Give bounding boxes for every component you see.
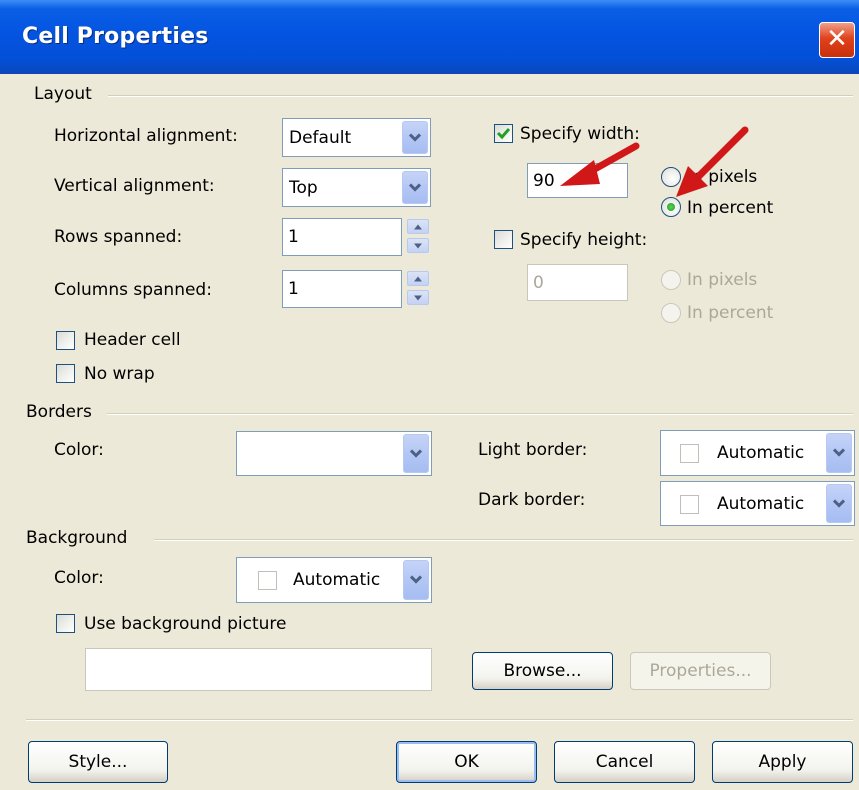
apply-button-label: Apply xyxy=(758,752,807,772)
apply-button[interactable]: Apply xyxy=(712,741,853,783)
specify-height-checkbox[interactable] xyxy=(494,230,513,249)
height-in-percent-radio[interactable] xyxy=(661,303,681,323)
close-button[interactable]: ✕ xyxy=(819,22,855,58)
background-color-label: Color: xyxy=(54,568,104,588)
spin-down-icon xyxy=(414,295,422,300)
chevron-down-icon xyxy=(410,449,422,458)
color-swatch xyxy=(258,571,277,590)
rows-spanned-input[interactable]: 1 xyxy=(282,218,402,256)
header-cell-checkbox[interactable] xyxy=(56,331,75,350)
chevron-down-icon xyxy=(410,575,422,584)
columns-spanned-value: 1 xyxy=(288,279,299,299)
width-in-percent-label[interactable]: In percent xyxy=(687,197,773,219)
spin-up-icon xyxy=(414,224,422,229)
height-in-pixels-radio[interactable] xyxy=(661,270,681,290)
chevron-down-icon xyxy=(833,448,845,457)
horizontal-alignment-value: Default xyxy=(289,127,352,148)
chevron-down-icon xyxy=(833,499,845,508)
ok-button[interactable]: OK xyxy=(396,741,537,783)
window-title: Cell Properties xyxy=(22,24,209,49)
style-button-label: Style... xyxy=(68,752,128,772)
chevron-down-icon xyxy=(409,183,421,192)
header-cell-label[interactable]: Header cell xyxy=(84,329,181,351)
color-swatch xyxy=(680,495,699,514)
background-group-divider xyxy=(154,539,853,541)
vertical-alignment-label: Vertical alignment: xyxy=(54,176,215,196)
layout-group-label: Layout xyxy=(34,84,92,104)
color-swatch xyxy=(680,444,699,463)
layout-group-divider xyxy=(108,95,853,97)
specify-height-label[interactable]: Specify height: xyxy=(520,229,647,251)
horizontal-alignment-label: Horizontal alignment: xyxy=(54,126,238,146)
specify-width-checkbox[interactable] xyxy=(494,124,513,143)
dark-border-select[interactable]: Automatic xyxy=(660,481,855,526)
horizontal-alignment-dropdown-button[interactable] xyxy=(402,121,428,154)
background-color-dropdown-button[interactable] xyxy=(403,560,429,600)
vertical-alignment-select[interactable]: Top xyxy=(282,168,431,207)
title-bar[interactable]: Cell Properties ✕ xyxy=(0,0,859,74)
no-wrap-label[interactable]: No wrap xyxy=(84,363,155,385)
specify-width-label[interactable]: Specify width: xyxy=(520,123,640,145)
rows-spanned-spinner[interactable] xyxy=(407,219,429,255)
width-value: 90 xyxy=(533,170,555,191)
spin-up-icon xyxy=(414,276,422,281)
spin-down-button[interactable] xyxy=(407,290,429,305)
browse-button-label: Browse... xyxy=(503,661,582,681)
light-border-value: Automatic xyxy=(717,443,805,463)
columns-spanned-spinner[interactable] xyxy=(407,271,429,307)
width-in-pixels-label[interactable]: In pixels xyxy=(687,166,757,188)
chevron-down-icon xyxy=(409,133,421,142)
cell-properties-dialog: Cell Properties ✕ Layout Horizontal alig… xyxy=(0,0,859,790)
light-border-label: Light border: xyxy=(478,440,588,460)
border-color-select[interactable] xyxy=(236,431,432,476)
cancel-button[interactable]: Cancel xyxy=(554,741,695,783)
dark-border-label: Dark border: xyxy=(478,490,586,510)
browse-button[interactable]: Browse... xyxy=(472,652,613,690)
properties-button[interactable]: Properties... xyxy=(630,652,771,690)
borders-group-divider xyxy=(107,413,853,415)
height-value: 0 xyxy=(533,272,544,293)
properties-button-label: Properties... xyxy=(649,661,752,681)
rows-spanned-label: Rows spanned: xyxy=(54,227,183,247)
light-border-dropdown-button[interactable] xyxy=(826,433,852,473)
background-color-select[interactable]: Automatic xyxy=(236,557,432,603)
style-button[interactable]: Style... xyxy=(28,741,168,783)
width-value-input[interactable]: 90 xyxy=(527,163,628,198)
border-color-label: Color: xyxy=(54,440,104,460)
light-border-select[interactable]: Automatic xyxy=(660,430,855,476)
spin-down-button[interactable] xyxy=(407,238,429,253)
spin-up-button[interactable] xyxy=(407,271,429,286)
radio-selected-dot xyxy=(667,203,675,211)
width-in-percent-radio[interactable] xyxy=(661,197,681,217)
columns-spanned-input[interactable]: 1 xyxy=(282,270,402,308)
horizontal-alignment-select[interactable]: Default xyxy=(282,118,431,157)
background-color-value: Automatic xyxy=(293,570,381,590)
border-color-dropdown-button[interactable] xyxy=(403,434,429,473)
borders-group-label: Borders xyxy=(26,402,92,422)
background-picture-path-input[interactable] xyxy=(85,648,432,691)
dark-border-value: Automatic xyxy=(717,493,805,514)
background-group-label: Background xyxy=(26,528,128,548)
footer-divider xyxy=(26,719,853,721)
rows-spanned-value: 1 xyxy=(288,227,299,247)
use-background-picture-label[interactable]: Use background picture xyxy=(84,613,287,635)
spin-down-icon xyxy=(414,243,422,248)
dark-border-dropdown-button[interactable] xyxy=(826,484,852,523)
ok-button-label: OK xyxy=(454,752,479,772)
spin-up-button[interactable] xyxy=(407,219,429,234)
checkmark-icon xyxy=(496,128,511,140)
width-in-pixels-radio[interactable] xyxy=(661,167,681,187)
use-background-picture-checkbox[interactable] xyxy=(56,614,75,633)
close-icon: ✕ xyxy=(826,24,848,54)
vertical-alignment-value: Top xyxy=(289,177,318,198)
height-in-percent-label[interactable]: In percent xyxy=(687,302,773,324)
no-wrap-checkbox[interactable] xyxy=(56,364,75,383)
vertical-alignment-dropdown-button[interactable] xyxy=(402,171,428,204)
height-value-input[interactable]: 0 xyxy=(527,264,628,301)
cancel-button-label: Cancel xyxy=(595,752,654,772)
columns-spanned-label: Columns spanned: xyxy=(54,280,212,300)
height-in-pixels-label[interactable]: In pixels xyxy=(687,269,757,291)
